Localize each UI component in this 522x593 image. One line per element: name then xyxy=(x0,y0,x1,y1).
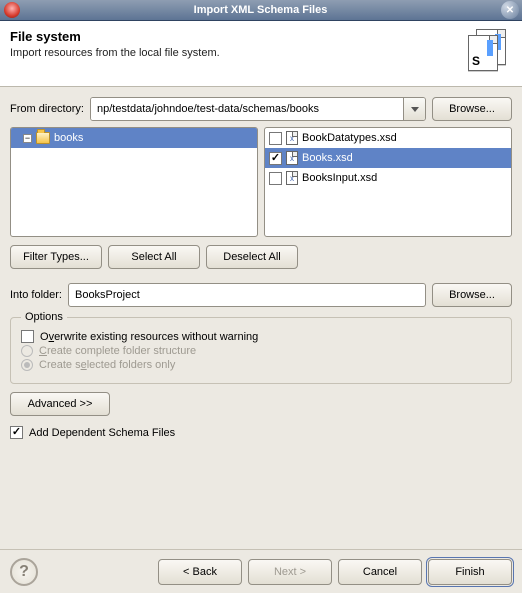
file-row[interactable]: x BooksInput.xsd xyxy=(265,168,511,188)
file-label: BookDatatypes.xsd xyxy=(302,132,397,144)
app-icon xyxy=(4,2,20,18)
file-label: Books.xsd xyxy=(302,152,353,164)
directory-browse-button[interactable]: Browse... xyxy=(432,97,512,121)
directory-input[interactable] xyxy=(91,98,403,120)
xsd-file-icon: x xyxy=(286,151,298,165)
directory-dropdown[interactable] xyxy=(403,98,425,120)
close-button[interactable]: ✕ xyxy=(501,1,519,19)
dialog-footer: ? < Back Next > Cancel Finish xyxy=(0,549,522,593)
filter-types-button[interactable]: Filter Types... xyxy=(10,245,102,269)
into-folder-label: Into folder: xyxy=(10,289,62,301)
file-checkbox[interactable] xyxy=(269,132,282,145)
tree-item-books[interactable]: − books xyxy=(11,128,257,148)
create-selected-label: Create selected folders only xyxy=(39,359,175,371)
help-button[interactable]: ? xyxy=(10,558,38,586)
back-button[interactable]: < Back xyxy=(158,559,242,585)
title-bar: Import XML Schema Files ✕ xyxy=(0,0,522,21)
chevron-down-icon xyxy=(411,107,419,112)
finish-button[interactable]: Finish xyxy=(428,559,512,585)
into-folder-browse-button[interactable]: Browse... xyxy=(432,283,512,307)
xsd-file-icon: x xyxy=(286,131,298,145)
xsd-file-icon: x xyxy=(286,171,298,185)
folder-icon xyxy=(36,132,50,144)
create-complete-radio xyxy=(21,345,33,357)
directory-label: From directory: xyxy=(10,103,84,115)
deselect-all-button[interactable]: Deselect All xyxy=(206,245,298,269)
file-checkbox[interactable] xyxy=(269,172,282,185)
tree-expander-icon[interactable]: − xyxy=(23,134,32,143)
options-title: Options xyxy=(21,311,67,323)
page-title: File system xyxy=(10,29,220,44)
dialog-header: File system Import resources from the lo… xyxy=(0,21,522,87)
advanced-button[interactable]: Advanced >> xyxy=(10,392,110,416)
file-list[interactable]: x BookDatatypes.xsd x Books.xsd x BooksI… xyxy=(264,127,512,237)
directory-combo[interactable] xyxy=(90,97,426,121)
folder-tree[interactable]: − books xyxy=(10,127,258,237)
page-description: Import resources from the local file sys… xyxy=(10,47,220,59)
dialog-body: From directory: Browse... − books x Book… xyxy=(0,87,522,549)
options-group: Options Overwrite existing resources wit… xyxy=(10,317,512,384)
add-dependent-label: Add Dependent Schema Files xyxy=(29,427,175,439)
file-row[interactable]: x BookDatatypes.xsd xyxy=(265,128,511,148)
next-button: Next > xyxy=(248,559,332,585)
header-icon: S xyxy=(464,29,512,73)
overwrite-label: Overwrite existing resources without war… xyxy=(40,331,258,343)
add-dependent-checkbox[interactable] xyxy=(10,426,23,439)
file-row[interactable]: x Books.xsd xyxy=(265,148,511,168)
select-all-button[interactable]: Select All xyxy=(108,245,200,269)
file-checkbox[interactable] xyxy=(269,152,282,165)
create-complete-label: Create complete folder structure xyxy=(39,345,196,357)
into-folder-input[interactable] xyxy=(68,283,426,307)
overwrite-checkbox[interactable] xyxy=(21,330,34,343)
window-title: Import XML Schema Files xyxy=(20,4,501,16)
cancel-button[interactable]: Cancel xyxy=(338,559,422,585)
file-label: BooksInput.xsd xyxy=(302,172,377,184)
create-selected-radio xyxy=(21,359,33,371)
tree-item-label: books xyxy=(54,132,83,144)
